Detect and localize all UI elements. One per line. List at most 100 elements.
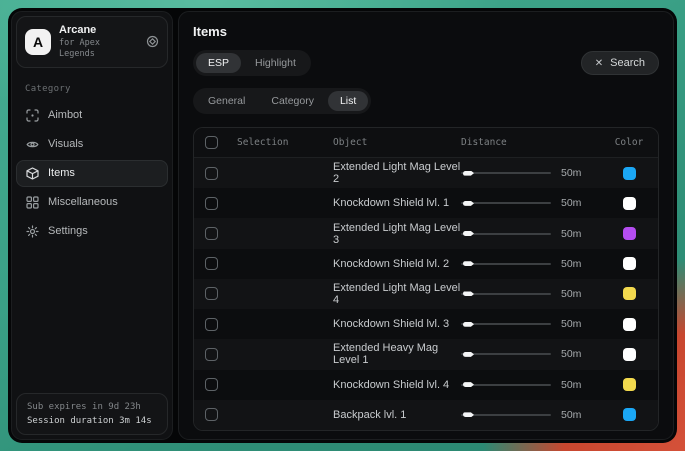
tab-esp[interactable]: ESP [196, 53, 241, 73]
sidebar-nav: Aimbot Visuals Items [16, 102, 168, 245]
sidebar-item-visuals[interactable]: Visuals [16, 131, 168, 158]
distance-value: 50m [561, 197, 581, 209]
sidebar: A Arcane for Apex Legends Category [11, 11, 173, 440]
mode-tab-group: ESP Highlight [193, 50, 311, 76]
sidebar-item-miscellaneous[interactable]: Miscellaneous [16, 189, 168, 216]
distance-value: 50m [561, 409, 581, 421]
page-title: Items [193, 24, 659, 39]
distance-slider[interactable] [461, 259, 551, 269]
distance-cell: 50m [461, 379, 611, 391]
slider-track [461, 202, 551, 204]
sidebar-section-label: Category [25, 84, 160, 94]
table-row: Knockdown Shield lvl. 1 50m [194, 188, 658, 218]
session-duration-text: Session duration 3m 14s [27, 416, 157, 426]
header-badge-icon[interactable] [146, 35, 159, 48]
color-swatch[interactable] [623, 227, 636, 240]
tab-list[interactable]: List [328, 91, 368, 111]
table-row: Extended Heavy Mag Level 1 50m [194, 339, 658, 369]
row-checkbox[interactable] [205, 287, 218, 300]
row-checkbox[interactable] [205, 318, 218, 331]
color-swatch[interactable] [623, 167, 636, 180]
grid-icon [26, 196, 39, 209]
row-checkbox[interactable] [205, 408, 218, 421]
column-header-color: Color [615, 137, 644, 148]
table-row: Extended Light Mag Level 4 50m [194, 279, 658, 309]
session-info-box: Sub expires in 9d 23h Session duration 3… [16, 393, 168, 435]
color-swatch[interactable] [623, 378, 636, 391]
select-all-checkbox[interactable] [205, 136, 218, 149]
sidebar-item-label: Items [48, 167, 75, 179]
slider-track [461, 172, 551, 174]
object-name: Extended Light Mag Level 4 [333, 282, 461, 306]
items-table: Selection Object Distance Color Extended… [193, 127, 659, 431]
row-checkbox[interactable] [205, 348, 218, 361]
sidebar-item-label: Miscellaneous [48, 196, 118, 208]
color-swatch[interactable] [623, 348, 636, 361]
slider-track [461, 293, 551, 295]
slider-track [461, 384, 551, 386]
tab-general[interactable]: General [196, 91, 257, 111]
row-checkbox[interactable] [205, 378, 218, 391]
distance-value: 50m [561, 288, 581, 300]
object-name: Extended Light Mag Level 3 [333, 222, 461, 246]
distance-slider[interactable] [461, 229, 551, 239]
sidebar-header: A Arcane for Apex Legends [16, 16, 168, 68]
row-checkbox[interactable] [205, 167, 218, 180]
app-title: Arcane [59, 24, 138, 38]
distance-slider[interactable] [461, 289, 551, 299]
distance-slider[interactable] [461, 380, 551, 390]
tab-highlight[interactable]: Highlight [243, 53, 308, 73]
color-swatch[interactable] [623, 408, 636, 421]
sidebar-item-settings[interactable]: Settings [16, 218, 168, 245]
close-icon: ✕ [595, 58, 603, 69]
search-button[interactable]: ✕ Search [581, 51, 659, 75]
color-swatch[interactable] [623, 287, 636, 300]
sidebar-item-items[interactable]: Items [16, 160, 168, 187]
column-header-distance: Distance [461, 137, 611, 148]
box-icon [26, 167, 39, 180]
main-panel: Items ESP Highlight ✕ Search General Cat… [178, 11, 674, 440]
object-name: Backpack lvl. 1 [333, 409, 461, 421]
slider-thumb[interactable] [463, 382, 474, 387]
sidebar-item-label: Visuals [48, 138, 83, 150]
color-swatch[interactable] [623, 318, 636, 331]
distance-cell: 50m [461, 258, 611, 270]
app-logo: A [25, 29, 51, 55]
app-window: A Arcane for Apex Legends Category [8, 8, 677, 443]
search-button-label: Search [610, 57, 645, 69]
distance-value: 50m [561, 167, 581, 179]
table-body: Extended Light Mag Level 2 50m Knockdown… [194, 158, 658, 430]
distance-slider[interactable] [461, 198, 551, 208]
row-checkbox[interactable] [205, 197, 218, 210]
column-header-object: Object [333, 137, 461, 148]
color-swatch[interactable] [623, 197, 636, 210]
slider-track [461, 323, 551, 325]
slider-track [461, 353, 551, 355]
table-row: Extended Light Mag Level 2 50m [194, 158, 658, 188]
aimbot-icon [26, 109, 39, 122]
distance-cell: 50m [461, 288, 611, 300]
object-name: Knockdown Shield lvl. 1 [333, 197, 461, 209]
tab-category[interactable]: Category [259, 91, 326, 111]
slider-thumb[interactable] [463, 231, 474, 236]
distance-value: 50m [561, 348, 581, 360]
distance-slider[interactable] [461, 168, 551, 178]
distance-slider[interactable] [461, 349, 551, 359]
sidebar-spacer [16, 245, 168, 393]
color-swatch[interactable] [623, 257, 636, 270]
view-tab-group: General Category List [193, 88, 371, 114]
sidebar-item-aimbot[interactable]: Aimbot [16, 102, 168, 129]
eye-icon [26, 138, 39, 151]
app-subtitle: for Apex Legends [59, 38, 138, 60]
gear-icon [26, 225, 39, 238]
sub-expiry-text: Sub expires in 9d 23h [27, 402, 157, 412]
distance-slider[interactable] [461, 410, 551, 420]
table-row: Backpack lvl. 1 50m [194, 400, 658, 430]
distance-value: 50m [561, 318, 581, 330]
row-checkbox[interactable] [205, 227, 218, 240]
distance-value: 50m [561, 228, 581, 240]
distance-cell: 50m [461, 318, 611, 330]
distance-value: 50m [561, 379, 581, 391]
row-checkbox[interactable] [205, 257, 218, 270]
distance-slider[interactable] [461, 319, 551, 329]
